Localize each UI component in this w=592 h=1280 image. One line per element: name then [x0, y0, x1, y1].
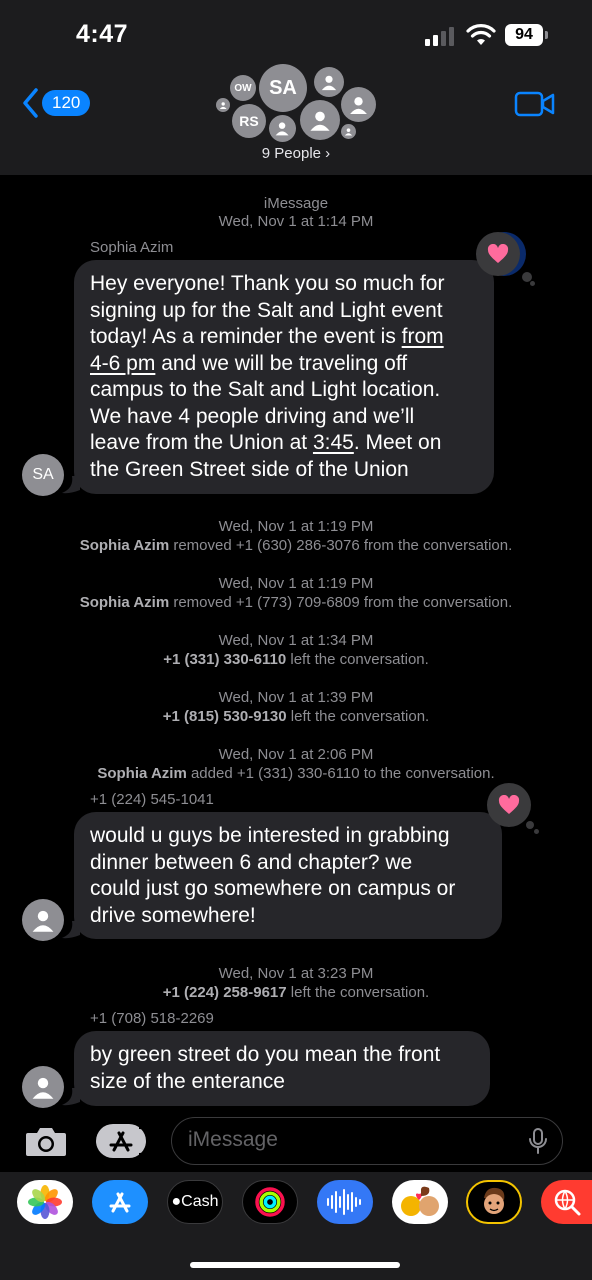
service-label: iMessage [263, 195, 329, 212]
message-line: size of the enterance [90, 1069, 285, 1093]
apple-cash-app[interactable]: ● Cash [167, 1180, 223, 1224]
waveform-icon [327, 1189, 361, 1215]
photos-app[interactable] [17, 1180, 73, 1224]
heart-reaction[interactable] [476, 232, 520, 276]
event-text: Sophia Azim removed +1 (773) 709-6809 fr… [79, 594, 513, 611]
memoji-stickers-icon [401, 1186, 439, 1216]
heart-reaction[interactable] [487, 783, 531, 827]
reaction-dot [530, 281, 535, 286]
reaction-dot [526, 821, 534, 829]
app-store-icon [109, 1192, 131, 1213]
sender-avatar[interactable] [22, 899, 64, 941]
sender-name: +1 (708) 518-2269 [90, 1010, 214, 1027]
event-time: Wed, Nov 1 at 2:06 PM [218, 746, 374, 763]
back-button[interactable]: 120 [22, 88, 91, 118]
message-line: the Green Street side of the Union [90, 457, 409, 481]
message-line: leave from the Union at 3:45. Meet on [90, 431, 442, 454]
wifi-icon [466, 24, 496, 45]
globe-search-icon [554, 1189, 580, 1216]
time-link[interactable]: 4-6 pm [90, 352, 155, 375]
facetime-video-icon[interactable] [514, 90, 556, 118]
audio-message-app[interactable] [317, 1180, 373, 1224]
avatar-ow: OW [230, 75, 256, 101]
event-text: +1 (331) 330-6110 left the conversation. [163, 651, 429, 668]
avatar-rs: RS [232, 104, 266, 138]
event-time: Wed, Nov 1 at 1:34 PM [218, 632, 374, 649]
app-store-button[interactable] [96, 1124, 153, 1158]
message-line: by green street do you mean the front [90, 1043, 441, 1066]
microphone-icon[interactable] [527, 1127, 549, 1155]
message-line: would u guys be interested in grabbing [90, 824, 450, 847]
message-bubble[interactable]: by green street do you mean the front si… [74, 1031, 490, 1106]
status-time: 4:47 [76, 20, 129, 48]
message-input[interactable]: iMessage [171, 1117, 563, 1165]
people-count-label[interactable]: 9 People › [0, 145, 592, 162]
search-images-app[interactable] [541, 1180, 592, 1224]
person-icon [32, 910, 54, 932]
message-line: drive somewhere! [90, 903, 256, 927]
heart-icon [487, 244, 509, 263]
activity-rings-icon [255, 1187, 285, 1217]
heart-icon [498, 795, 520, 814]
app-store-app[interactable] [92, 1180, 148, 1224]
cash-label: Cash [181, 1193, 219, 1210]
photos-icon [28, 1185, 62, 1219]
message-line: today! As a reminder the event is from [90, 325, 444, 348]
battery-tip [545, 31, 548, 39]
message-line: Hey everyone! Thank you so much for [90, 272, 445, 295]
person-icon [32, 1077, 54, 1099]
message-line: We have 4 people driving and we’ll [90, 404, 415, 428]
event-time: Wed, Nov 1 at 3:23 PM [218, 965, 374, 982]
sender-avatar[interactable]: SA [22, 454, 64, 496]
event-text: Sophia Azim removed +1 (630) 286-3076 fr… [79, 537, 513, 554]
message-bubble[interactable]: Hey everyone! Thank you so much for sign… [74, 260, 494, 494]
home-indicator[interactable] [190, 1262, 400, 1268]
time-link[interactable]: 3:45 [313, 431, 354, 454]
avatar-person-icon [216, 98, 230, 112]
event-text: Sophia Azim added +1 (331) 330-6110 to t… [97, 765, 495, 782]
message-bubble[interactable]: would u guys be interested in grabbing d… [74, 812, 502, 939]
event-time: Wed, Nov 1 at 1:19 PM [218, 518, 374, 535]
message-line: 4-6 pm and we will be traveling off [90, 351, 408, 375]
avatar-sa: SA [259, 64, 307, 112]
event-time: Wed, Nov 1 at 1:39 PM [218, 689, 374, 706]
sender-name: +1 (224) 545-1041 [90, 791, 214, 808]
sender-name: Sophia Azim [90, 239, 174, 256]
reaction-dot [534, 829, 539, 834]
avatar-person-icon [341, 87, 376, 122]
timestamp: Wed, Nov 1 at 1:14 PM [218, 213, 374, 230]
apple-icon: ● [171, 1193, 182, 1210]
event-text: +1 (224) 258-9617 left the conversation. [162, 984, 430, 1001]
avatar-person-icon [341, 124, 356, 139]
event-text: +1 (815) 530-9130 left the conversation. [162, 708, 430, 725]
message-line: signing up for the Salt and Light event [90, 298, 443, 322]
time-link[interactable]: from [402, 325, 444, 348]
battery-indicator: 94 [505, 24, 543, 46]
message-line: dinner between 6 and chapter? we [90, 850, 413, 874]
sender-avatar[interactable] [22, 1066, 64, 1108]
event-time: Wed, Nov 1 at 1:19 PM [218, 575, 374, 592]
avatar-person-icon [314, 67, 344, 97]
unread-count-badge: 120 [42, 90, 91, 116]
message-line: could just go somewhere on campus or [90, 877, 456, 900]
camera-icon[interactable] [24, 1124, 68, 1158]
memoji-stickers-app[interactable] [392, 1180, 448, 1224]
fitness-app[interactable] [242, 1180, 298, 1224]
memoji-face-icon [484, 1187, 505, 1214]
avatar-person-icon [300, 100, 340, 140]
cellular-signal-icon [425, 27, 454, 46]
avatar-person-icon [269, 115, 296, 142]
chevron-left-icon [23, 88, 38, 118]
app-store-icon [109, 1127, 153, 1155]
message-line: campus to the Salt and Light location. [90, 378, 441, 401]
memoji-app[interactable] [466, 1180, 522, 1224]
